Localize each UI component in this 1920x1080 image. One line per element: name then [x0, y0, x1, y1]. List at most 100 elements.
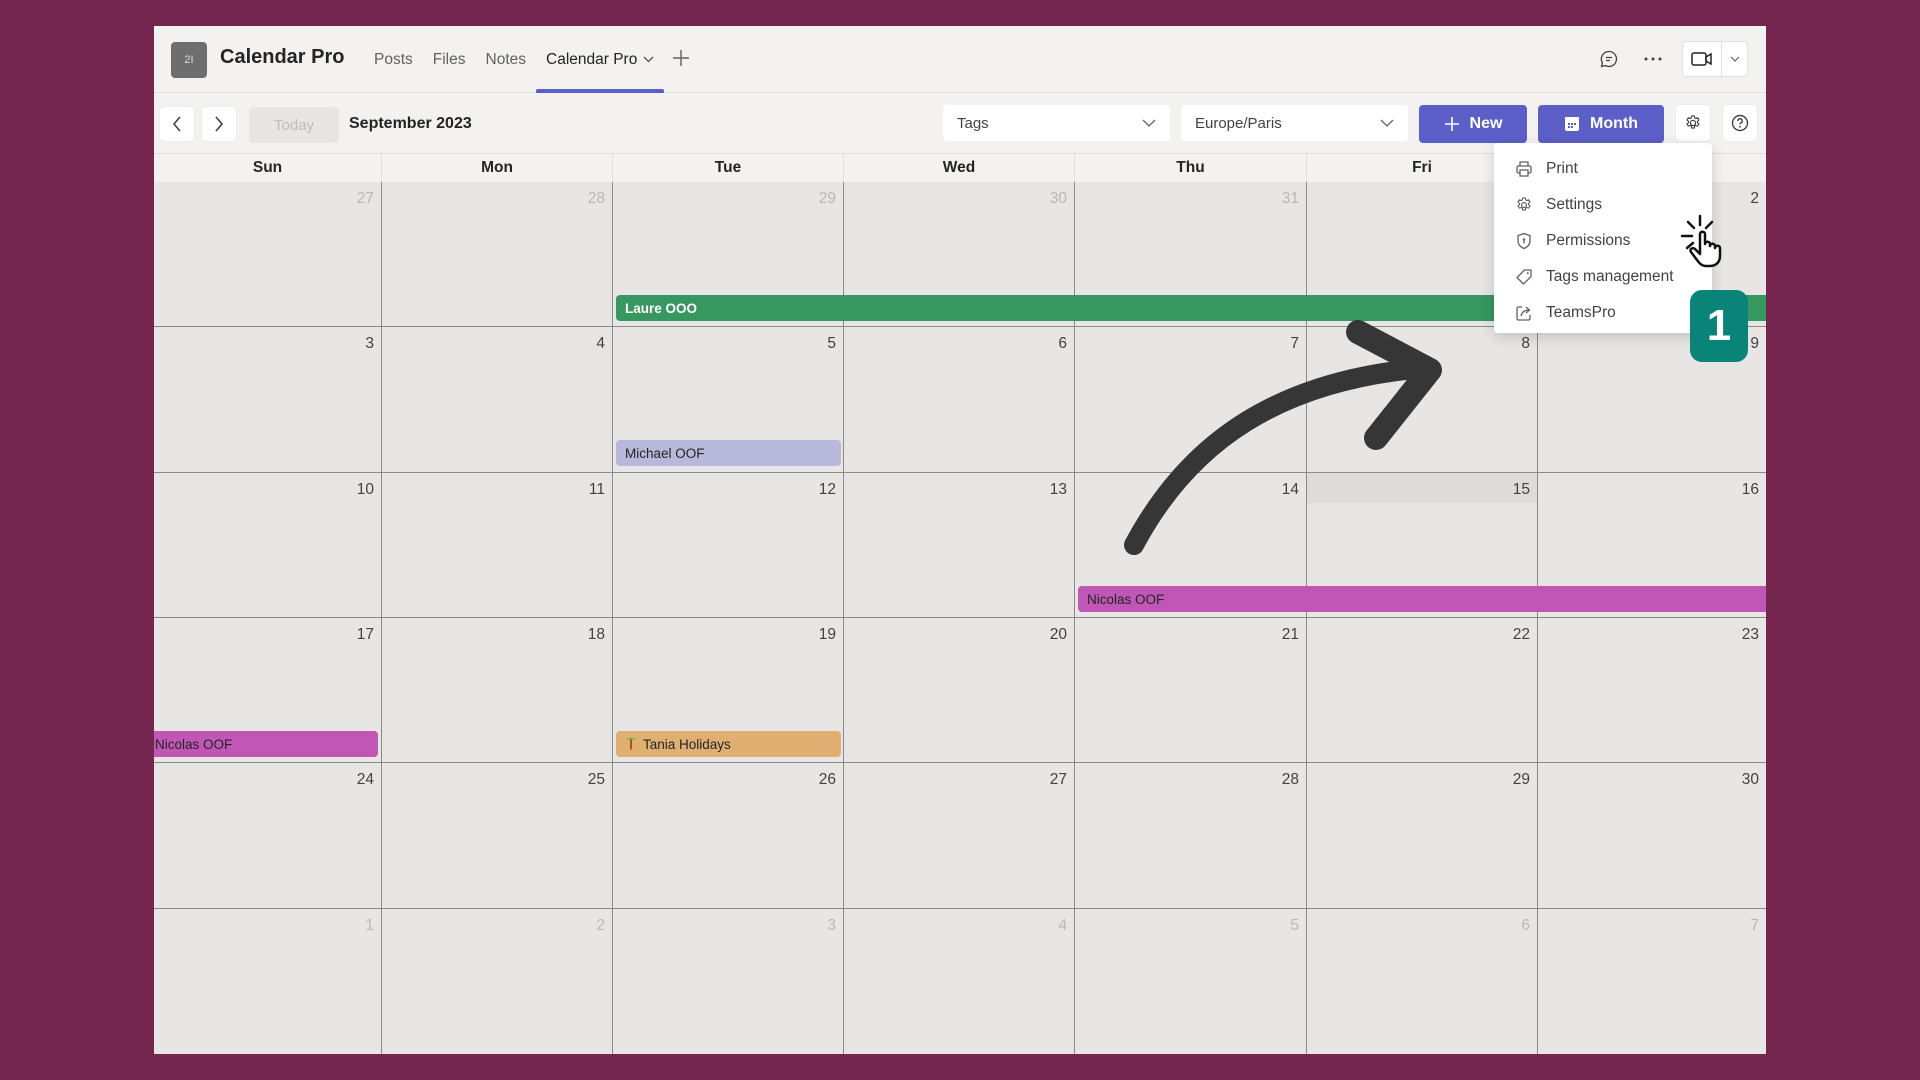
day-cell[interactable]: 6: [1306, 908, 1537, 1054]
day-cell[interactable]: 3: [154, 327, 381, 473]
day-cell[interactable]: 20: [843, 617, 1074, 764]
day-cell[interactable]: 5: [1074, 908, 1306, 1054]
day-cell[interactable]: 4: [843, 908, 1074, 1054]
tab-notes[interactable]: Notes: [476, 26, 537, 93]
settings-button[interactable]: [1676, 105, 1710, 141]
day-cell[interactable]: 24: [154, 763, 381, 909]
more-icon[interactable]: [1638, 44, 1668, 74]
day-number: 7: [1290, 335, 1299, 353]
day-cell[interactable]: 12: [612, 472, 843, 618]
calendar-icon: [1565, 117, 1579, 131]
timezone-dropdown[interactable]: Europe/Paris: [1181, 105, 1408, 141]
day-number: 4: [596, 335, 605, 353]
tab-calendar-pro-label: Calendar Pro: [546, 50, 638, 68]
day-cell[interactable]: 27: [154, 182, 381, 328]
event-tania-holidays-label: Tania Holidays: [643, 736, 731, 752]
tags-dropdown-value: Tags: [957, 114, 989, 132]
gear-icon: [1514, 195, 1534, 215]
today-highlight: [1307, 472, 1537, 503]
app-window: 2I Calendar Pro Posts Files Notes Calend…: [154, 26, 1766, 1054]
event-nicolas-oof[interactable]: Nicolas OOF: [1078, 586, 1766, 612]
menu-item-print[interactable]: Print: [1494, 151, 1712, 187]
day-number: 19: [818, 625, 836, 643]
day-number: 27: [1049, 771, 1067, 789]
day-cell[interactable]: 28: [381, 182, 612, 328]
today-button[interactable]: Today: [249, 107, 339, 143]
event-nicolas-oof-continued[interactable]: Nicolas OOF: [154, 731, 378, 757]
day-cell[interactable]: 7: [1074, 327, 1306, 473]
day-cell[interactable]: 10: [154, 472, 381, 618]
add-tab-button[interactable]: [672, 46, 690, 74]
menu-item-label: Permissions: [1546, 232, 1631, 249]
day-cell[interactable]: 11: [381, 472, 612, 618]
day-number: 11: [588, 480, 605, 498]
tab-posts[interactable]: Posts: [364, 26, 423, 93]
event-tania-holidays[interactable]: Tania Holidays: [616, 731, 841, 757]
day-cell[interactable]: 6: [843, 327, 1074, 473]
day-cell[interactable]: 28: [1074, 763, 1306, 909]
gear-icon: [1686, 115, 1700, 129]
day-number: 3: [827, 916, 836, 934]
day-number: 27: [356, 190, 374, 207]
chevron-right-icon: [215, 116, 224, 132]
day-cell[interactable]: 2: [381, 908, 612, 1054]
day-number: 2: [1750, 190, 1759, 207]
day-number: 29: [1512, 771, 1530, 789]
chevron-left-icon: [172, 116, 181, 132]
day-number: 31: [1281, 190, 1299, 207]
shield-icon: [1514, 231, 1534, 251]
day-cell[interactable]: 7: [1537, 908, 1766, 1054]
help-button[interactable]: [1723, 105, 1757, 141]
day-cell[interactable]: 30: [1537, 763, 1766, 909]
day-cell[interactable]: 8: [1306, 327, 1537, 473]
day-cell[interactable]: 3: [612, 908, 843, 1054]
menu-item-permissions[interactable]: Permissions: [1494, 223, 1712, 259]
timezone-dropdown-value: Europe/Paris: [1195, 114, 1282, 132]
app-title: Calendar Pro: [220, 46, 345, 68]
day-cell[interactable]: 23: [1537, 617, 1766, 764]
day-cell[interactable]: 21: [1074, 617, 1306, 764]
day-cell[interactable]: 25: [381, 763, 612, 909]
day-cell[interactable]: 29: [1306, 763, 1537, 909]
day-cell[interactable]: 4: [381, 327, 612, 473]
tag-icon: [1514, 267, 1534, 287]
day-cell[interactable]: 22: [1306, 617, 1537, 764]
video-call-dropdown[interactable]: [1721, 42, 1747, 76]
plus-icon: [673, 49, 690, 66]
previous-month-button[interactable]: [160, 107, 194, 141]
menu-item-settings[interactable]: Settings: [1494, 187, 1712, 223]
menu-item-tags-management[interactable]: Tags management: [1494, 259, 1712, 295]
day-cell[interactable]: 13: [843, 472, 1074, 618]
day-number: 13: [1049, 480, 1067, 498]
printer-icon: [1514, 159, 1534, 179]
tab-calendar-pro[interactable]: Calendar Pro: [536, 26, 665, 93]
day-number: 14: [1281, 480, 1299, 498]
day-cell[interactable]: 27: [843, 763, 1074, 909]
plus-icon: [1444, 117, 1459, 131]
tab-files[interactable]: Files: [423, 26, 476, 93]
day-number: 12: [818, 480, 836, 498]
video-call-button[interactable]: [1683, 42, 1721, 76]
day-cell[interactable]: 26: [612, 763, 843, 909]
tags-dropdown[interactable]: Tags: [943, 105, 1170, 141]
new-event-button[interactable]: New: [1419, 105, 1527, 143]
app-header: 2I Calendar Pro Posts Files Notes Calend…: [154, 26, 1766, 93]
chevron-down-icon: [1380, 119, 1394, 127]
day-number: 10: [356, 480, 374, 498]
share-icon: [1514, 303, 1534, 323]
weekday-label: Wed: [843, 154, 1074, 182]
day-number: 26: [818, 771, 836, 789]
menu-item-teamspro[interactable]: TeamsPro: [1494, 295, 1712, 331]
event-michael-oof[interactable]: Michael OOF: [616, 440, 841, 466]
day-cell[interactable]: 1: [154, 908, 381, 1054]
day-number: 23: [1741, 625, 1759, 643]
step-badge: 1: [1690, 290, 1748, 362]
day-number: 30: [1049, 190, 1067, 207]
day-cell[interactable]: 18: [381, 617, 612, 764]
menu-item-label: Tags management: [1546, 268, 1674, 285]
weekday-label: Sun: [252, 159, 283, 176]
chat-icon[interactable]: [1594, 44, 1624, 74]
view-mode-button[interactable]: Month: [1538, 105, 1664, 143]
next-month-button[interactable]: [202, 107, 236, 141]
help-icon: [1731, 114, 1749, 132]
